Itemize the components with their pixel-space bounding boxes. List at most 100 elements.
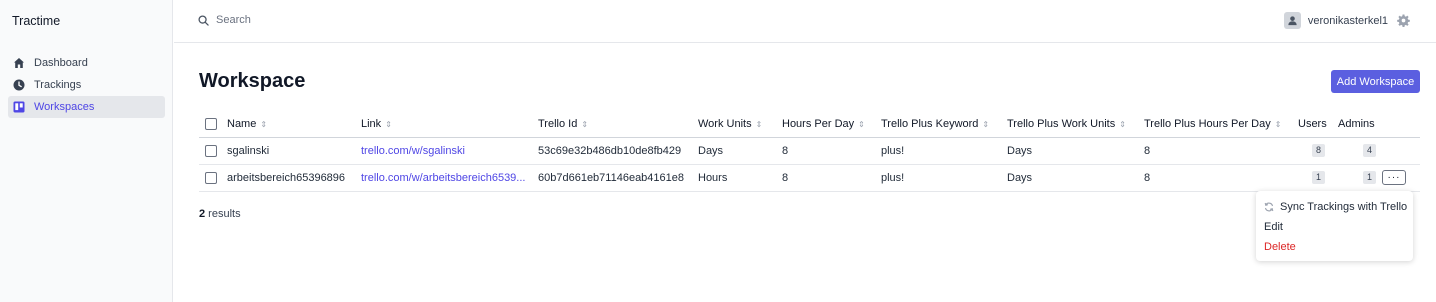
cell-plus-work-units: Days bbox=[1007, 137, 1144, 165]
sort-icon[interactable]: ⇕ bbox=[260, 120, 267, 129]
clock-icon bbox=[13, 79, 25, 91]
column-header-users: Users bbox=[1298, 112, 1338, 138]
search-icon bbox=[198, 14, 209, 26]
row-actions-menu: Sync Trackings with Trello Edit Delete bbox=[1256, 191, 1413, 261]
column-header-actions bbox=[1382, 112, 1420, 138]
users-badge: 1 bbox=[1312, 171, 1325, 184]
sort-icon[interactable]: ⇕ bbox=[858, 120, 865, 129]
cell-users: 8 bbox=[1298, 137, 1338, 165]
column-label: Users bbox=[1298, 118, 1327, 131]
search-placeholder: Search bbox=[216, 14, 251, 26]
cell-actions bbox=[1382, 137, 1420, 165]
cell-plus-hours-per-day: 8 bbox=[1144, 164, 1298, 192]
column-header-admins: Admins bbox=[1338, 112, 1382, 138]
home-icon bbox=[13, 57, 25, 69]
board-icon bbox=[13, 101, 25, 113]
row-actions-button[interactable]: ··· bbox=[1382, 170, 1406, 185]
admins-badge: 4 bbox=[1363, 144, 1376, 157]
column-label: Trello Plus Hours Per Day bbox=[1144, 118, 1271, 131]
cell-trello-id: 53c69e32b486db10de8fb429 bbox=[538, 137, 698, 165]
results-count: 2 results bbox=[199, 208, 241, 220]
topbar: Search veronikasterkel1 bbox=[174, 0, 1436, 43]
table-row: sgalinski trello.com/w/sgalinski 53c69e3… bbox=[199, 137, 1420, 165]
menu-item-sync[interactable]: Sync Trackings with Trello bbox=[1256, 197, 1413, 217]
cell-actions: ··· bbox=[1382, 164, 1420, 192]
cell-plus-keyword: plus! bbox=[881, 164, 1007, 192]
cell-link: trello.com/w/arbeitsbereich6539... bbox=[361, 164, 538, 192]
cell-name: arbeitsbereich65396896 bbox=[227, 164, 361, 192]
row-select-cell bbox=[199, 137, 227, 165]
sync-icon bbox=[1264, 202, 1274, 212]
column-header-trello-id[interactable]: Trello Id ⇕ bbox=[538, 112, 698, 138]
column-label: Trello Id bbox=[538, 118, 578, 131]
admins-badge: 1 bbox=[1363, 171, 1376, 184]
cell-hours-per-day: 8 bbox=[782, 137, 881, 165]
sidebar: Tractime Dashboard Trackings Workspaces bbox=[0, 0, 173, 302]
cell-admins: 4 bbox=[1338, 137, 1382, 165]
row-checkbox[interactable] bbox=[205, 144, 217, 157]
column-label: Name bbox=[227, 118, 257, 131]
column-header-hours-per-day[interactable]: Hours Per Day ⇕ bbox=[782, 112, 881, 138]
user-icon bbox=[1288, 16, 1297, 26]
cell-work-units: Days bbox=[698, 137, 782, 165]
users-badge: 8 bbox=[1312, 144, 1325, 157]
column-header-link[interactable]: Link ⇕ bbox=[361, 112, 538, 138]
table-row: arbeitsbereich65396896 trello.com/w/arbe… bbox=[199, 164, 1420, 192]
select-all-cell bbox=[199, 112, 227, 138]
menu-item-label: Delete bbox=[1264, 241, 1296, 253]
search-input[interactable]: Search bbox=[198, 14, 251, 26]
cell-hours-per-day: 8 bbox=[782, 164, 881, 192]
cell-admins: 1 bbox=[1338, 164, 1382, 192]
sort-icon[interactable]: ⇕ bbox=[385, 120, 392, 129]
sort-icon[interactable]: ⇕ bbox=[581, 120, 588, 129]
sort-icon[interactable]: ⇕ bbox=[1119, 120, 1126, 129]
row-checkbox[interactable] bbox=[205, 171, 217, 184]
table-header-row: Name ⇕ Link ⇕ Trello Id ⇕ Work Units ⇕ Hours… bbox=[199, 112, 1420, 138]
select-all-checkbox[interactable] bbox=[205, 118, 217, 131]
sidebar-item-label: Trackings bbox=[34, 79, 82, 91]
results-label: results bbox=[205, 208, 241, 220]
cell-name: sgalinski bbox=[227, 137, 361, 165]
user-menu[interactable]: veronikasterkel1 bbox=[1283, 12, 1410, 29]
cell-trello-id: 60b7d661eb71146eab4161e8 bbox=[538, 164, 698, 192]
workspace-link[interactable]: trello.com/w/sgalinski bbox=[361, 145, 465, 157]
menu-item-edit[interactable]: Edit bbox=[1256, 217, 1413, 237]
column-header-plus-keyword[interactable]: Trello Plus Keyword ⇕ bbox=[881, 112, 1007, 138]
column-label: Link bbox=[361, 118, 382, 131]
sidebar-item-label: Workspaces bbox=[34, 101, 95, 113]
sidebar-item-dashboard[interactable]: Dashboard bbox=[8, 52, 165, 74]
column-label: Trello Plus Work Units bbox=[1007, 118, 1116, 131]
column-label: Admins bbox=[1338, 118, 1375, 131]
add-workspace-button[interactable]: Add Workspace bbox=[1331, 70, 1420, 93]
column-label: Trello Plus Keyword bbox=[881, 118, 979, 131]
cell-users: 1 bbox=[1298, 164, 1338, 192]
username[interactable]: veronikasterkel1 bbox=[1308, 15, 1388, 27]
column-label: Work Units bbox=[698, 118, 752, 131]
cell-plus-work-units: Days bbox=[1007, 164, 1144, 192]
sidebar-item-trackings[interactable]: Trackings bbox=[8, 74, 165, 96]
column-header-work-units[interactable]: Work Units ⇕ bbox=[698, 112, 782, 138]
cell-plus-keyword: plus! bbox=[881, 137, 1007, 165]
workspace-link[interactable]: trello.com/w/arbeitsbereich6539... bbox=[361, 172, 525, 184]
column-header-plus-hours-per-day[interactable]: Trello Plus Hours Per Day ⇕ bbox=[1144, 112, 1298, 138]
cell-plus-hours-per-day: 8 bbox=[1144, 137, 1298, 165]
menu-item-label: Edit bbox=[1264, 221, 1283, 233]
cell-link: trello.com/w/sgalinski bbox=[361, 137, 538, 165]
sidebar-item-label: Dashboard bbox=[34, 57, 88, 69]
workspace-table: Name ⇕ Link ⇕ Trello Id ⇕ Work Units ⇕ Hours… bbox=[199, 112, 1420, 192]
sort-icon[interactable]: ⇕ bbox=[1275, 120, 1282, 129]
gear-icon[interactable] bbox=[1397, 14, 1410, 27]
column-header-plus-work-units[interactable]: Trello Plus Work Units ⇕ bbox=[1007, 112, 1144, 138]
row-select-cell bbox=[199, 164, 227, 192]
app-logo[interactable]: Tractime bbox=[12, 14, 60, 28]
column-header-name[interactable]: Name ⇕ bbox=[227, 112, 361, 138]
sidebar-item-workspaces[interactable]: Workspaces bbox=[8, 96, 165, 118]
sidebar-nav: Dashboard Trackings Workspaces bbox=[8, 52, 165, 118]
menu-item-delete[interactable]: Delete bbox=[1256, 237, 1413, 257]
menu-item-label: Sync Trackings with Trello bbox=[1280, 201, 1408, 213]
cell-work-units: Hours bbox=[698, 164, 782, 192]
sort-icon[interactable]: ⇕ bbox=[982, 120, 989, 129]
column-label: Hours Per Day bbox=[782, 118, 855, 131]
sort-icon[interactable]: ⇕ bbox=[756, 120, 763, 129]
page-title: Workspace bbox=[199, 70, 306, 92]
